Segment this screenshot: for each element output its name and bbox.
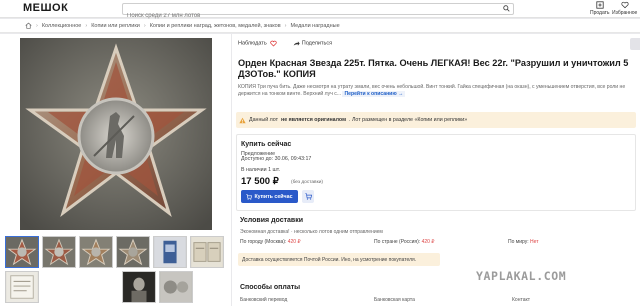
shipping-subtitle: Экономная доставка! · несколько лотов од…	[240, 229, 383, 235]
cart-icon	[304, 193, 312, 200]
breadcrumb-separator: ›	[36, 22, 38, 29]
price-note: (без доставки)	[291, 180, 323, 185]
breadcrumb-separator: ›	[85, 22, 88, 29]
city-price: 420 ₽	[287, 239, 301, 245]
thumbnail[interactable]	[159, 271, 193, 303]
lot-actions: Наблюдать Поделиться	[238, 40, 332, 47]
thumbnail[interactable]	[5, 236, 39, 268]
thumbnail[interactable]	[42, 236, 76, 268]
app-window: МЕШОК Продать Избранное › Коллекционное …	[0, 0, 640, 306]
shipping-rates: По городу (Москва): 420 ₽ По стране (Рос…	[236, 239, 636, 248]
stock-count: В наличии 1 шт.	[241, 167, 281, 173]
world-value: Нет	[530, 239, 539, 245]
notice-prefix: Данный лот	[249, 117, 279, 123]
cart-icon	[246, 193, 253, 200]
description-text: КОПИЯ Три пуча бить. Даже несмотря на ут…	[238, 84, 626, 97]
city-rate: По городу (Москва): 420 ₽	[240, 239, 301, 245]
thumbnail-strip	[5, 236, 231, 303]
site-logo[interactable]: МЕШОК	[23, 2, 68, 14]
payment-method: Контакт	[512, 297, 531, 303]
main-product-image[interactable]	[20, 38, 212, 230]
world-rate: По миру: Нет	[508, 239, 539, 245]
watch-label: Наблюдать	[238, 40, 267, 47]
buy-now-card: Купить сейчас Предложение Доступно до: 3…	[236, 134, 636, 211]
breadcrumb: › Коллекционное › Копии или реплики › Ко…	[0, 19, 640, 33]
add-to-cart-button[interactable]	[302, 190, 314, 203]
breadcrumb-item[interactable]: Копии и реплики наград, жетонов, медалей…	[150, 23, 281, 29]
notice-bold: не является оригиналом	[281, 117, 347, 123]
red-star-order-photo	[20, 38, 212, 230]
search-box[interactable]	[122, 3, 514, 21]
payment-title: Способы оплаты	[240, 284, 301, 291]
world-label: По миру:	[508, 239, 529, 245]
thumbnail[interactable]	[190, 236, 224, 268]
country-label: По стране (Россия):	[374, 239, 421, 245]
thumbnail[interactable]	[116, 236, 150, 268]
watch-button[interactable]: Наблюдать	[238, 40, 277, 47]
country-rate: По стране (Россия): 420 ₽	[374, 239, 434, 245]
available-until: Доступно до: 30.06, 09:43:17	[241, 156, 312, 162]
share-button[interactable]: Поделиться	[291, 40, 332, 47]
watermark: YAPLAKAL.COM	[476, 269, 567, 283]
sell-button[interactable]: Продать	[590, 1, 610, 16]
buy-now-label: Купить сейчас	[254, 193, 293, 200]
shipping-title: Условия доставки	[240, 217, 304, 224]
breadcrumb-item[interactable]: Коллекционное	[42, 23, 82, 29]
home-icon[interactable]	[25, 22, 32, 29]
thumbnail[interactable]	[79, 236, 113, 268]
payment-method: Банковский перевод	[240, 297, 288, 303]
copy-notice: Данный лот не является оригиналом. Лот р…	[236, 112, 636, 128]
shipping-section: Условия доставки Экономная доставка! · н…	[236, 217, 636, 266]
search-icon[interactable]	[503, 5, 510, 12]
breadcrumb-item[interactable]: Медали наградные	[291, 23, 340, 29]
city-label: По городу (Москва):	[240, 239, 287, 245]
payment-section: Способы оплаты Банковский перевод Банков…	[236, 284, 636, 306]
payment-method: Банковская карта	[374, 297, 415, 303]
buy-now-button[interactable]: Купить сейчас	[241, 190, 298, 203]
favorites-button[interactable]: Избранное	[612, 1, 637, 16]
buy-now-title: Купить сейчас	[241, 141, 292, 148]
image-gallery	[0, 34, 231, 306]
shipping-note: Доставка осуществляется Почтой России. И…	[238, 253, 440, 266]
payment-methods: Банковский перевод Банковская карта Конт…	[236, 297, 636, 306]
lot-info-panel: Наблюдать Поделиться Орден Красная Звезд…	[232, 34, 640, 306]
lot-title: Орден Красная Звезда 225т. Пятка. Очень …	[238, 58, 629, 79]
breadcrumb-separator: ›	[284, 22, 287, 29]
share-label: Поделиться	[301, 40, 333, 47]
notice-suffix: . Лот размещен в разделе «Копии или репл…	[349, 117, 468, 123]
share-icon	[293, 41, 300, 46]
top-header: МЕШОК Продать Избранное	[0, 0, 640, 21]
heart-icon	[621, 1, 629, 9]
plus-square-icon	[596, 1, 604, 9]
thumbnail[interactable]	[5, 271, 39, 303]
thumbnail[interactable]	[153, 236, 187, 268]
lot-description: КОПИЯ Три пуча бить. Даже несмотря на ут…	[238, 84, 634, 98]
thumbnail[interactable]	[122, 271, 156, 303]
price: 17 500 ₽	[241, 176, 279, 187]
breadcrumb-item[interactable]: Копии или реплики	[91, 23, 140, 29]
side-favorite-tab[interactable]	[630, 38, 640, 50]
heart-icon	[270, 40, 277, 47]
warning-icon	[239, 117, 246, 123]
go-to-description-link[interactable]: Перейти к описанию →	[342, 91, 406, 97]
breadcrumb-separator: ›	[143, 22, 146, 29]
country-price: 420 ₽	[421, 239, 435, 245]
